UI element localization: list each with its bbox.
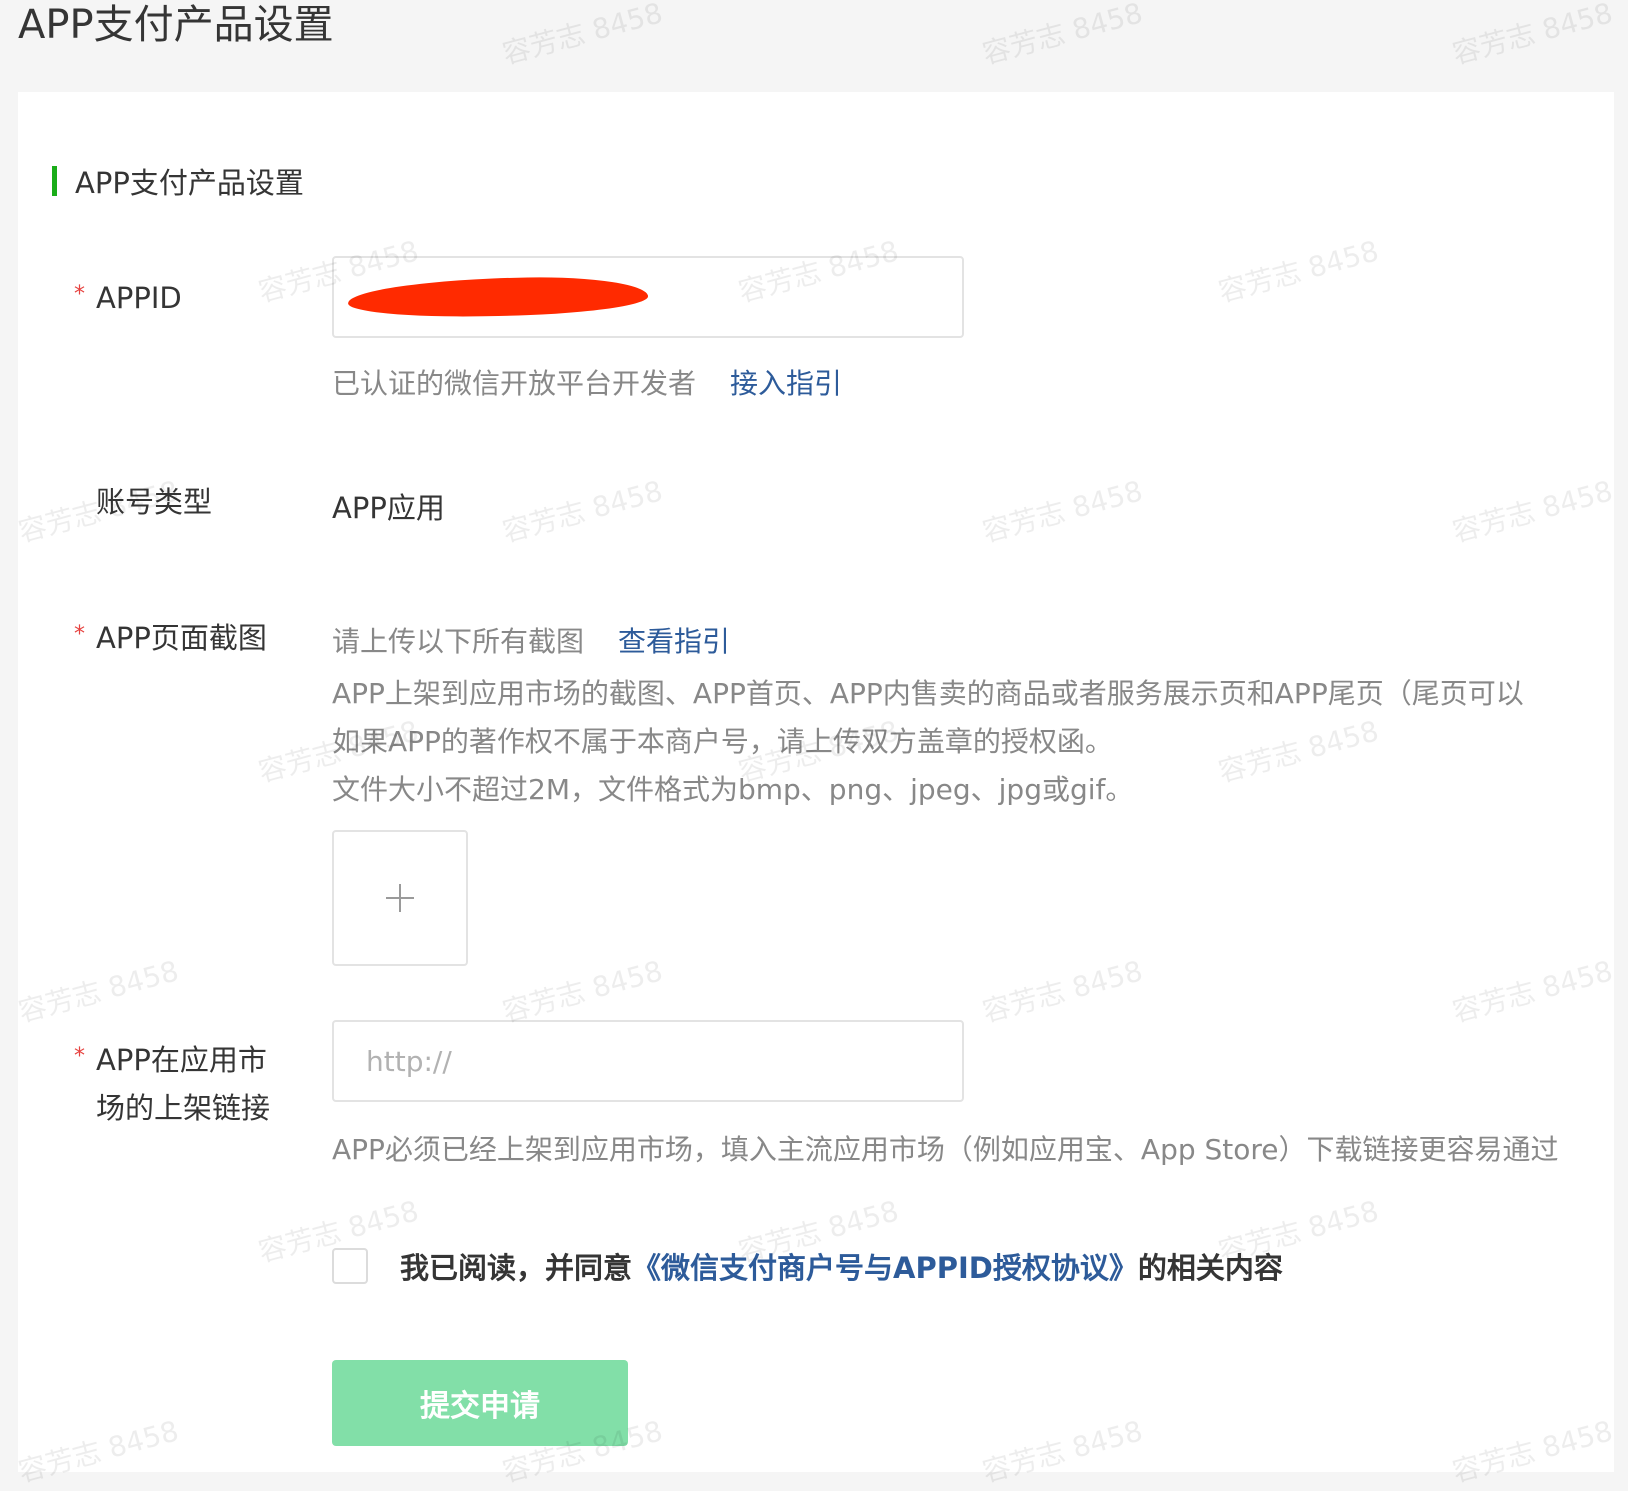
account-type-value: APP应用	[332, 491, 445, 525]
screenshot-upload-button[interactable]	[332, 830, 468, 966]
page-title: APP支付产品设置	[18, 2, 334, 48]
appid-hint: 已认证的微信开放平台开发者 接入指引	[332, 367, 843, 400]
agreement-text: 我已阅读，并同意《微信支付商户号与APPID授权协议》的相关内容	[400, 1251, 1283, 1285]
required-mark: *	[74, 622, 85, 647]
watermark: 容芳志 8458	[498, 0, 667, 71]
view-guide-link[interactable]: 查看指引	[618, 625, 730, 658]
watermark: 容芳志 8458	[978, 0, 1147, 71]
market-link-hint: APP必须已经上架到应用市场，填入主流应用市场（例如应用宝、App Store）…	[332, 1133, 1559, 1166]
market-link-input-box[interactable]	[332, 1020, 964, 1102]
section-heading: APP支付产品设置	[52, 160, 304, 202]
required-mark: *	[74, 282, 85, 307]
agreement-link[interactable]: 《微信支付商户号与APPID授权协议》	[632, 1251, 1138, 1285]
screenshots-desc-3: 文件大小不超过2M，文件格式为bmp、png、jpeg、jpg或gif。	[332, 773, 1134, 806]
required-mark: *	[74, 1044, 85, 1069]
appid-input-box[interactable]	[332, 256, 964, 338]
screenshots-desc-1: APP上架到应用市场的截图、APP首页、APP内售卖的商品或者服务展示页和APP…	[332, 677, 1524, 710]
screenshots-label: * APP页面截图	[74, 614, 267, 662]
agreement-checkbox[interactable]	[332, 1248, 368, 1284]
access-guide-link[interactable]: 接入指引	[730, 367, 842, 400]
section-heading-text: APP支付产品设置	[75, 166, 304, 200]
appid-label: * APPID	[74, 274, 182, 322]
screenshots-hint: 请上传以下所有截图 查看指引	[332, 625, 731, 658]
watermark: 容芳志 8458	[1448, 0, 1617, 71]
plus-icon	[386, 884, 414, 912]
submit-button[interactable]: 提交申请	[332, 1360, 628, 1446]
section-accent-bar	[52, 166, 57, 196]
account-type-label: 账号类型	[96, 485, 213, 519]
agreement-row: 我已阅读，并同意《微信支付商户号与APPID授权协议》的相关内容	[332, 1245, 1283, 1287]
screenshots-desc-2: 如果APP的著作权不属于本商户号，请上传双方盖章的授权函。	[332, 725, 1113, 758]
market-link-label: * APP在应用市 场的上架链接	[74, 1036, 270, 1132]
market-link-input[interactable]	[334, 1022, 962, 1100]
